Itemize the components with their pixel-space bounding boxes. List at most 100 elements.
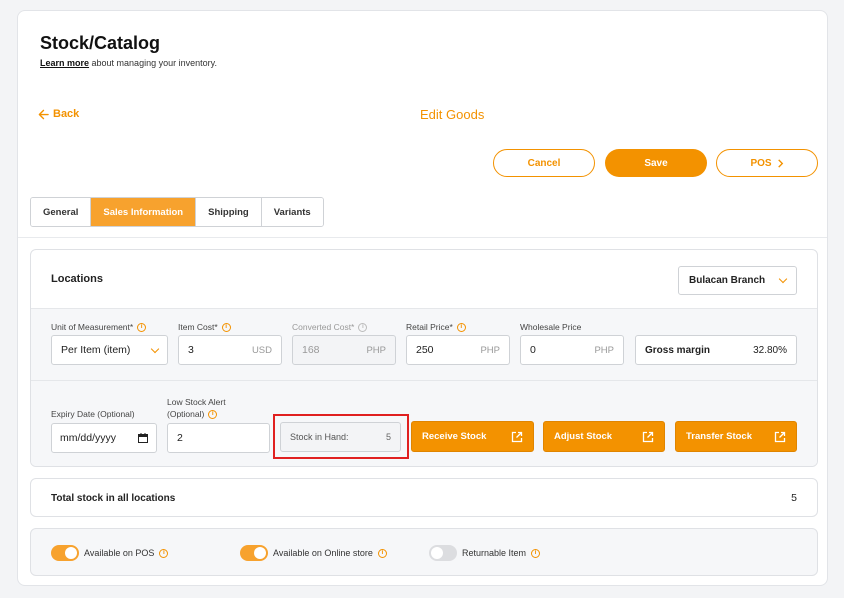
item-cost-input[interactable]: 3 USD	[178, 335, 282, 365]
tab-variants[interactable]: Variants	[261, 198, 323, 226]
tab-sales-information[interactable]: Sales Information	[91, 198, 197, 226]
retail-price-label: Retail Price* i	[406, 321, 466, 333]
gross-margin-value: 32.80%	[753, 344, 787, 356]
online-toggle-label: Available on Online store	[273, 548, 373, 558]
back-label: Back	[53, 108, 80, 120]
tab-general[interactable]: General	[31, 198, 92, 226]
info-icon: i	[531, 548, 541, 558]
converted-cost-input: 168 PHP	[292, 335, 396, 365]
returnable-toggle[interactable]	[429, 545, 457, 561]
wholesale-value: 0	[530, 344, 536, 356]
branch-select[interactable]: Bulacan Branch	[678, 266, 797, 295]
stock-in-hand-box: Stock in Hand: 5	[280, 422, 401, 452]
expiry-label: Expiry Date (Optional)	[51, 408, 135, 420]
row-divider	[31, 380, 817, 381]
returnable-toggle-label: Returnable Item	[462, 548, 527, 558]
low-stock-label: Low Stock Alert (Optional) i	[167, 396, 226, 420]
availability-panel: Available on POS i Available on Online s…	[30, 528, 818, 576]
uom-label-text: Unit of Measurement*	[51, 322, 134, 332]
total-stock-label: Total stock in all locations	[51, 493, 176, 504]
chevron-down-icon	[778, 274, 788, 284]
subtitle-text: about managing your inventory.	[89, 58, 217, 68]
pos-button[interactable]: POS	[716, 149, 818, 177]
pos-toggle-row: Available on POS i	[51, 545, 169, 561]
adjust-stock-button[interactable]: Adjust Stock	[543, 421, 665, 452]
pos-toggle[interactable]	[51, 545, 79, 561]
calendar-icon[interactable]	[138, 433, 148, 443]
gross-margin-label: Gross margin	[645, 344, 711, 356]
external-link-icon	[774, 431, 786, 442]
wholesale-unit: PHP	[594, 344, 614, 356]
expiry-label-text: Expiry Date (Optional)	[51, 409, 135, 419]
stock-in-hand-label: Stock in Hand:	[290, 432, 349, 442]
toggle-knob	[65, 547, 77, 559]
pos-toggle-label: Available on POS	[84, 548, 155, 558]
item-cost-value: 3	[188, 344, 194, 356]
converted-cost-label: Converted Cost* i	[292, 321, 368, 333]
converted-cost-unit: PHP	[366, 344, 386, 356]
wholesale-price-input[interactable]: 0 PHP	[520, 335, 624, 365]
returnable-toggle-row: Returnable Item i	[429, 545, 541, 561]
transfer-stock-label: Transfer Stock	[686, 431, 752, 442]
low-stock-input[interactable]: 2	[167, 423, 270, 453]
divider	[18, 237, 827, 238]
online-store-toggle[interactable]	[240, 545, 268, 561]
info-icon: i	[159, 548, 169, 558]
locations-title: Locations	[51, 273, 103, 285]
info-icon: i	[137, 322, 147, 332]
low-stock-label-line1: Low Stock Alert	[167, 397, 226, 407]
tab-bar: General Sales Information Shipping Varia…	[30, 197, 324, 227]
adjust-stock-label: Adjust Stock	[554, 431, 613, 442]
total-stock-value: 5	[791, 492, 797, 504]
expiry-date-input[interactable]: mm/dd/yyyy	[51, 423, 157, 453]
page-subtitle: Learn more about managing your inventory…	[40, 58, 217, 68]
low-stock-label-line2-wrap: (Optional) i	[167, 408, 218, 420]
toggle-knob	[431, 547, 443, 559]
low-stock-value: 2	[177, 432, 183, 444]
info-icon: i	[358, 322, 368, 332]
item-cost-unit: USD	[251, 344, 272, 356]
uom-label: Unit of Measurement* i	[51, 321, 147, 333]
info-icon: i	[456, 322, 466, 332]
learn-more-link[interactable]: Learn more	[40, 58, 89, 68]
receive-stock-button[interactable]: Receive Stock	[411, 421, 534, 452]
cancel-button[interactable]: Cancel	[493, 149, 595, 177]
external-link-icon	[642, 431, 654, 442]
item-cost-label: Item Cost* i	[178, 321, 231, 333]
low-stock-label-line2: (Optional)	[167, 409, 205, 419]
info-icon: i	[377, 548, 387, 558]
tab-shipping[interactable]: Shipping	[196, 198, 262, 226]
chevron-down-icon	[150, 344, 160, 353]
uom-value: Per Item (item)	[61, 344, 131, 356]
info-icon: i	[221, 322, 231, 332]
external-link-icon	[511, 431, 523, 442]
pos-label: POS	[750, 157, 772, 169]
converted-cost-value: 168	[302, 344, 320, 356]
item-cost-label-text: Item Cost*	[178, 322, 218, 332]
toggle-knob	[254, 547, 266, 559]
back-button[interactable]: Back	[38, 108, 79, 120]
retail-price-input[interactable]: 250 PHP	[406, 335, 510, 365]
page-title: Stock/Catalog	[40, 33, 161, 53]
total-stock-panel: Total stock in all locations 5	[30, 478, 818, 517]
converted-cost-label-text: Converted Cost*	[292, 322, 355, 332]
online-toggle-row: Available on Online store i	[240, 545, 387, 561]
expiry-placeholder: mm/dd/yyyy	[60, 432, 117, 444]
transfer-stock-button[interactable]: Transfer Stock	[675, 421, 797, 452]
gross-margin-box: Gross margin 32.80%	[635, 335, 797, 365]
receive-stock-label: Receive Stock	[422, 431, 487, 442]
main-card: Stock/Catalog Learn more about managing …	[17, 10, 828, 586]
chevron-right-icon	[777, 158, 783, 168]
branch-value: Bulacan Branch	[689, 275, 766, 286]
edit-goods-heading: Edit Goods	[420, 107, 485, 122]
arrow-left-icon	[38, 109, 49, 119]
retail-price-value: 250	[416, 344, 434, 356]
wholesale-price-label: Wholesale Price	[520, 321, 581, 333]
stock-in-hand-value: 5	[385, 432, 391, 442]
save-button[interactable]: Save	[605, 149, 707, 177]
uom-select[interactable]: Per Item (item)	[51, 335, 168, 365]
retail-price-label-text: Retail Price*	[406, 322, 453, 332]
cancel-label: Cancel	[527, 157, 561, 169]
save-label: Save	[644, 157, 668, 169]
wholesale-label-text: Wholesale Price	[520, 322, 582, 332]
